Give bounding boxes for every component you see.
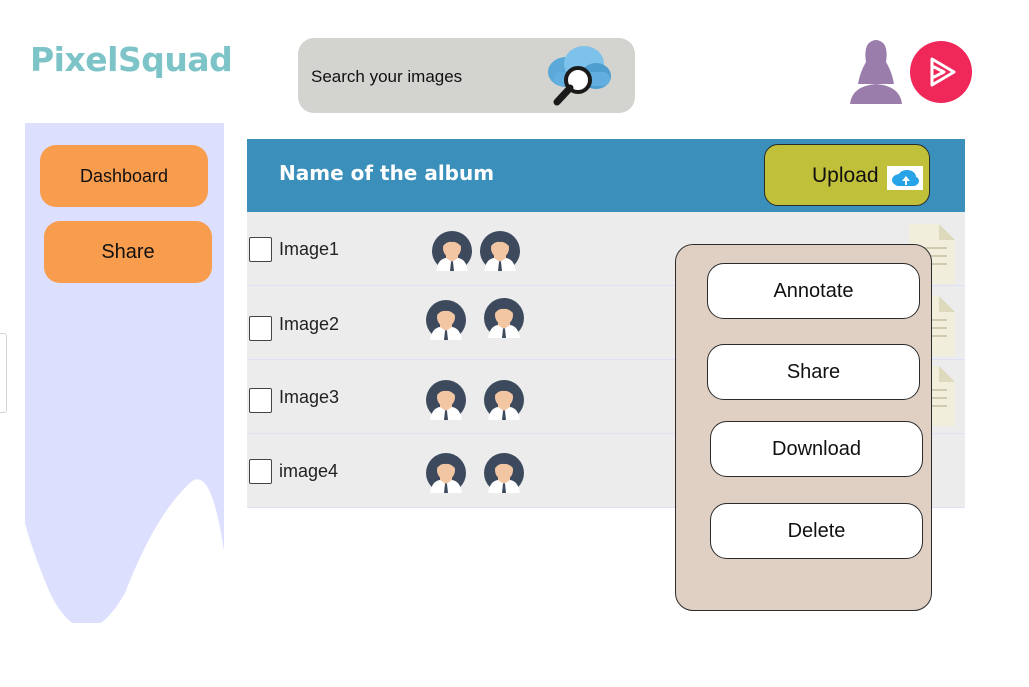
search-input[interactable]: Search your images [311,67,462,87]
person-avatar-icon [484,453,524,493]
row-checkbox[interactable] [249,316,272,341]
share-button[interactable]: Share [707,344,920,400]
user-silhouette-icon[interactable] [848,38,904,104]
person-avatar-icon [432,231,472,271]
person-avatar-icon [480,231,520,271]
collapse-handle[interactable] [0,333,7,413]
row-checkbox[interactable] [249,459,272,484]
image-name: Image3 [279,387,340,407]
context-menu: Annotate Share Download Delete [675,244,932,611]
play-circle-icon[interactable] [909,40,973,104]
person-avatar-icon [484,298,524,338]
person-avatar-icon [484,380,524,420]
image-name: Image1 [279,239,340,259]
album-title: Name of the album [279,161,495,185]
image-name: Image2 [279,314,340,334]
person-avatar-icon [426,380,466,420]
delete-button[interactable]: Delete [710,503,923,559]
image-name: image4 [279,461,339,481]
cloud-upload-icon [887,166,923,190]
album-header: Name of the album Upload [247,139,965,212]
download-button[interactable]: Download [710,421,923,477]
search-bar[interactable]: Search your images [298,38,635,113]
upload-button[interactable]: Upload [764,144,930,206]
row-checkbox[interactable] [249,237,272,262]
person-avatar-icon [426,453,466,493]
annotate-button[interactable]: Annotate [707,263,920,319]
cloud-search-icon[interactable] [544,42,614,108]
person-avatar-icon [426,300,466,340]
sidebar-item-dashboard[interactable]: Dashboard [40,145,208,207]
upload-label: Upload [812,164,879,187]
row-checkbox[interactable] [249,388,272,413]
brand-logo: PixelSquad [30,40,233,79]
sidebar-item-share[interactable]: Share [44,221,212,283]
